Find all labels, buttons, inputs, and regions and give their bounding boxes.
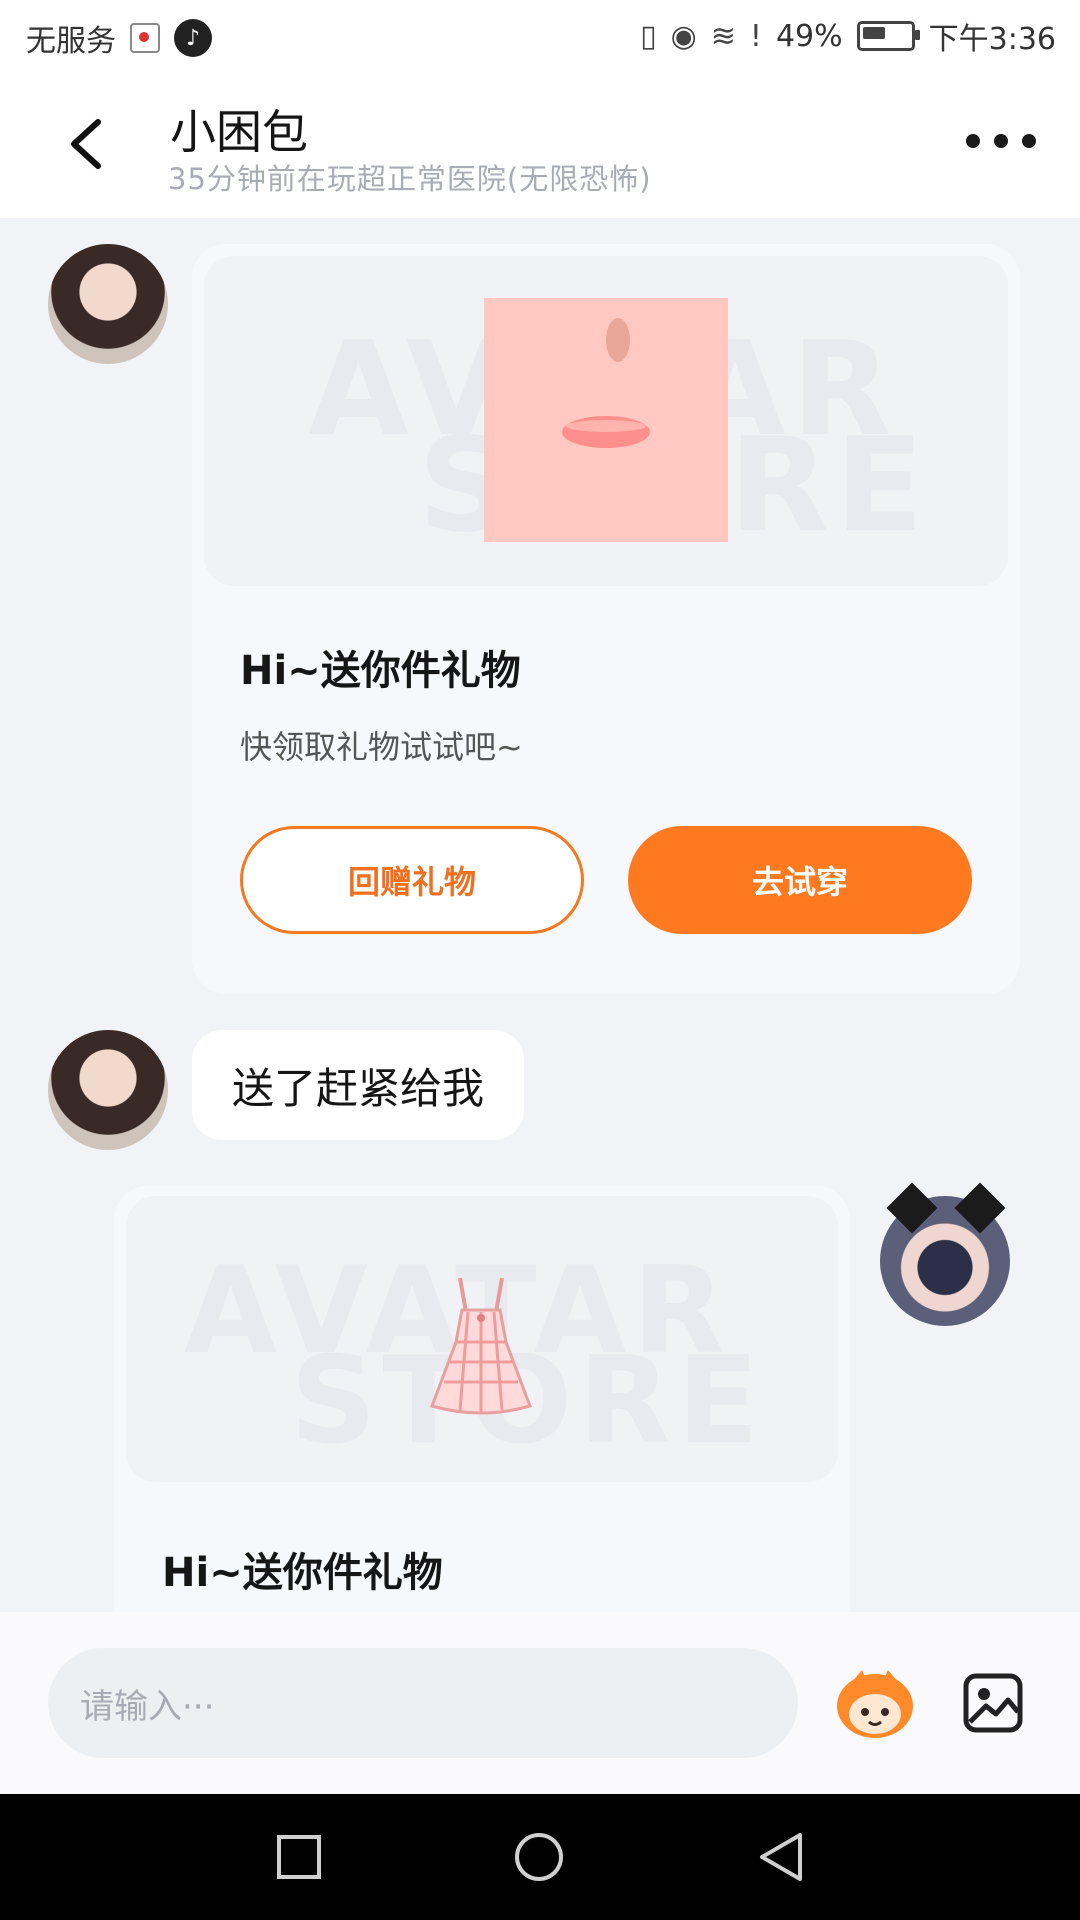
battery-icon [856, 21, 920, 51]
contact-name: 小困包 [170, 105, 308, 159]
circle-icon [515, 1833, 563, 1881]
image-icon[interactable] [962, 1672, 1024, 1734]
message-bubble[interactable]: 送了赶紧给我 [192, 1030, 525, 1140]
back-button[interactable] [56, 114, 116, 174]
square-icon [277, 1835, 321, 1879]
return-gift-button[interactable]: 回赠礼物 [240, 826, 584, 934]
gift-card: AVATAR STORE Hi~送你件礼物 快领取礼物试试吧~ 回赠礼物 去试穿 [192, 244, 1020, 994]
system-nav-bar [0, 1794, 1080, 1920]
status-bar: 无服务 ♪ ▯ ◉ ≋ ! 49% 下午3:36 [0, 0, 1080, 72]
chat-header: 小困包 35分钟前在玩超正常医院(无限恐怖) [0, 72, 1080, 218]
contact-avatar[interactable] [48, 1030, 168, 1150]
input-placeholder: 请输入··· [80, 1686, 215, 1727]
clock: 下午3:36 [928, 22, 1056, 57]
dress-item-image [430, 1277, 532, 1415]
gift-title: Hi~送你件礼物 [162, 1550, 443, 1596]
carrier-text: 无服务 [26, 24, 116, 59]
message-input[interactable]: 请输入··· [48, 1648, 798, 1758]
recents-button[interactable] [274, 1832, 324, 1882]
more-dots-icon [966, 134, 980, 148]
gift-preview[interactable]: AVATAR STORE [126, 1196, 838, 1482]
my-avatar[interactable] [880, 1182, 1010, 1326]
contact-status: 35分钟前在玩超正常医院(无限恐怖) [168, 162, 652, 196]
lips-item-image [484, 298, 728, 542]
triangle-back-icon [760, 1833, 802, 1881]
chevron-left-icon [71, 119, 101, 169]
gift-card: AVATAR STORE Hi~送你件礼物 [114, 1186, 850, 1646]
vibrate-icon: ▯ [640, 18, 657, 54]
tiktok-icon: ♪ [174, 19, 212, 57]
try-on-button[interactable]: 去试穿 [628, 826, 972, 934]
gift-desc: 快领取礼物试试吧~ [240, 728, 523, 766]
message-text: 送了赶紧给我 [232, 1063, 485, 1113]
input-bar: 请输入··· [0, 1612, 1080, 1794]
gift-title: Hi~送你件礼物 [240, 648, 521, 694]
more-button[interactable] [966, 126, 1036, 156]
wifi-icon: ≋ [710, 18, 736, 54]
back-nav-button[interactable] [756, 1832, 806, 1882]
contact-avatar[interactable] [48, 244, 168, 364]
battery-percent: 49% [775, 18, 843, 54]
home-button[interactable] [514, 1832, 564, 1882]
gift-preview[interactable]: AVATAR STORE [204, 256, 1008, 586]
emoji-mascot-icon[interactable] [834, 1666, 916, 1742]
alert-icon: ! [749, 18, 762, 54]
app-notification-icon [130, 23, 160, 53]
eye-icon: ◉ [670, 18, 697, 54]
